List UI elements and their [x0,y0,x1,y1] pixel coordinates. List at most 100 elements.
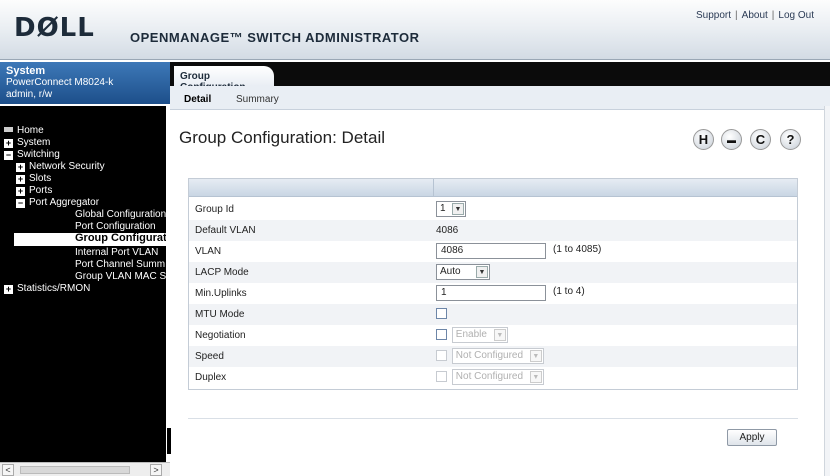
header-bar: DØLL OPENMANAGE™ SWITCH ADMINISTRATOR Su… [0,0,830,60]
expand-icon[interactable]: + [16,175,25,184]
row-group-id: Group Id 1 ▼ [189,199,797,220]
content-vertical-scrollbar[interactable] [824,106,830,476]
mtu-mode-checkbox[interactable] [436,308,447,319]
tree-item-internal-port-vlan[interactable]: Internal Port VLAN [75,247,158,258]
logout-link[interactable]: Log Out [778,10,814,21]
duplex-select[interactable]: Not Configured ▼ [451,369,544,385]
vlan-input[interactable]: 4086 [436,243,546,259]
row-vlan: VLAN 4086 (1 to 4085) [189,241,797,262]
tab-group-configuration[interactable]: Group Configuration [174,66,274,93]
lacp-mode-label: LACP Mode [195,267,249,278]
page-title: Group Configuration: Detail [179,128,386,147]
row-default-vlan: Default VLAN 4086 [189,220,797,241]
tree-horizontal-scrollbar[interactable]: < > [0,462,170,476]
tree-item-home[interactable]: Home [4,125,44,136]
apply-button[interactable]: Apply [727,429,777,446]
row-mtu-mode: MTU Mode [189,304,797,325]
tree-item-system[interactable]: + System [4,137,50,148]
min-uplinks-range-hint: (1 to 4) [553,286,585,297]
panel-splitter[interactable] [166,106,170,462]
group-id-cell: 1 ▼ [436,201,466,218]
subtab-bar: Detail Summary [170,86,830,110]
duplex-checkbox[interactable] [436,371,447,382]
default-vlan-label: Default VLAN [195,225,256,236]
tree-item-global-configuration[interactable]: Global Configuration [75,209,166,220]
tree-item-label: Slots [29,173,52,184]
app-title: OPENMANAGE™ SWITCH ADMINISTRATOR [130,30,420,45]
min-uplinks-input[interactable]: 1 [436,285,546,301]
save-icon[interactable]: H [693,129,714,150]
subtab-detail[interactable]: Detail [184,94,211,105]
about-link[interactable]: About [742,10,768,21]
speed-value: Not Configured [455,350,524,361]
chevron-down-icon: ▼ [452,203,464,215]
negotiation-checkbox[interactable] [436,329,447,340]
mtu-mode-label: MTU Mode [195,309,245,320]
footer-divider [188,418,798,419]
duplex-label: Duplex [195,372,227,383]
speed-cell: Not Configured ▼ [436,348,544,365]
expand-icon[interactable]: + [4,285,13,294]
print-icon[interactable]: ▬ [721,129,742,150]
tree-item-slots[interactable]: + Slots [16,173,51,184]
speed-select[interactable]: Not Configured ▼ [451,348,544,364]
expand-icon[interactable]: + [16,163,25,172]
group-id-select[interactable]: 1 ▼ [436,201,466,217]
negotiation-select[interactable]: Enable ▼ [451,327,508,343]
vlan-label: VLAN [195,246,222,257]
tree-item-label: Switching [17,149,60,160]
tree-item-label: Statistics/RMON [17,283,91,294]
tree-item-ports[interactable]: + Ports [16,185,52,196]
row-speed: Speed Not Configured ▼ [189,346,797,367]
subtab-summary[interactable]: Summary [236,94,279,105]
tree-item-label: Network Security [29,161,105,172]
vlan-range-hint: (1 to 4085) [553,244,602,255]
lacp-mode-value: Auto [440,266,461,277]
chevron-down-icon: ▼ [529,371,542,383]
tree-item-port-aggregator[interactable]: − Port Aggregator [16,197,99,208]
tree-item-statistics-rmon[interactable]: + Statistics/RMON [4,283,90,294]
expand-icon[interactable]: + [4,139,13,148]
chevron-down-icon: ▼ [493,329,506,341]
group-id-value: 1 [440,203,446,214]
tree-item-switching[interactable]: − Switching [4,149,60,160]
user-info: admin, r/w [6,89,53,100]
min-uplinks-cell: 1 [436,285,546,302]
row-min-uplinks: Min.Uplinks 1 (1 to 4) [189,283,797,304]
collapse-icon[interactable]: − [4,151,13,160]
refresh-icon[interactable]: C [750,129,771,150]
tree-item-port-channel-summary[interactable]: Port Channel Summ [75,259,165,270]
expand-icon[interactable]: + [16,187,25,196]
speed-checkbox[interactable] [436,350,447,361]
scroll-left-button[interactable]: < [2,464,14,476]
scroll-thumb[interactable] [20,466,130,474]
header-divider [433,179,434,197]
tree-item-network-security[interactable]: + Network Security [16,161,105,172]
row-duplex: Duplex Not Configured ▼ [189,367,797,388]
system-title[interactable]: System [6,65,164,77]
duplex-value: Not Configured [455,371,524,382]
link-separator: | [771,10,775,21]
negotiation-cell: Enable ▼ [436,327,508,344]
group-id-label: Group Id [195,204,234,215]
tree-item-port-configuration[interactable]: Port Configuration [75,221,156,232]
panel-header [189,179,797,197]
tree-item-group-vlan-mac[interactable]: Group VLAN MAC S [75,271,166,282]
help-icon[interactable]: ? [780,129,801,150]
top-links: Support | About | Log Out [696,10,814,21]
support-link[interactable]: Support [696,10,731,21]
tree-item-group-configuration[interactable]: Group Configurati [14,233,166,246]
row-negotiation: Negotiation Enable ▼ [189,325,797,346]
collapse-icon[interactable]: − [16,199,25,208]
splitter-handle[interactable] [167,428,171,454]
scroll-right-button[interactable]: > [150,464,162,476]
duplex-cell: Not Configured ▼ [436,369,544,386]
default-vlan-value: 4086 [436,225,459,236]
tree-item-label: System [17,137,51,148]
negotiation-label: Negotiation [195,330,246,341]
lacp-mode-cell: Auto ▼ [436,264,490,281]
chevron-down-icon: ▼ [529,350,542,362]
tree-item-label: Port Aggregator [29,197,100,208]
device-name: PowerConnect M8024-k [6,77,114,88]
lacp-mode-select[interactable]: Auto ▼ [436,264,490,280]
